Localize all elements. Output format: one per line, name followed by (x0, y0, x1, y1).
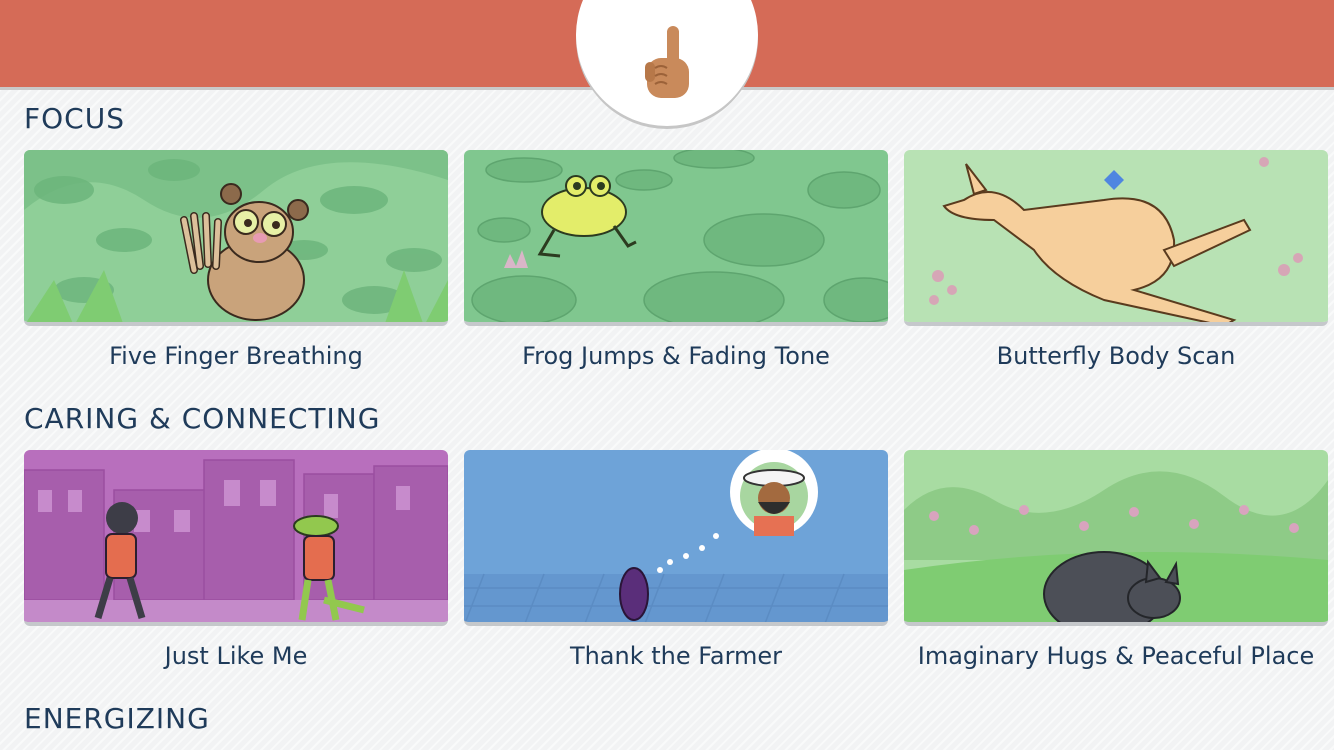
card-label: Just Like Me (164, 642, 308, 670)
horse-crocodile-illustration (24, 450, 448, 626)
card-label: Frog Jumps & Fading Tone (522, 342, 830, 370)
activity-card-thank-the-farmer[interactable]: Thank the Farmer (464, 450, 888, 670)
raisin-farmer-illustration (464, 450, 888, 626)
tarsier-illustration (24, 150, 448, 326)
activity-card-frog-jumps[interactable]: Frog Jumps & Fading Tone (464, 150, 888, 370)
card-label: Five Finger Breathing (109, 342, 363, 370)
frog-illustration (464, 150, 888, 326)
card-label: Butterfly Body Scan (996, 342, 1236, 370)
card-label: Thank the Farmer (569, 642, 783, 670)
section-title-focus: FOCUS (24, 102, 125, 135)
activity-card-imaginary-hugs[interactable]: Imaginary Hugs & Peaceful Place (904, 450, 1328, 670)
card-label: Imaginary Hugs & Peaceful Place (917, 642, 1315, 670)
section-title-caring-connecting: CARING & CONNECTING (24, 402, 381, 435)
kangaroo-illustration (904, 150, 1328, 326)
activity-card-five-finger-breathing[interactable]: Five Finger Breathing (24, 150, 448, 370)
sleeping-cat-illustration (904, 450, 1328, 626)
activity-card-just-like-me[interactable]: Just Like Me (24, 450, 448, 670)
home-button[interactable] (576, 0, 758, 126)
pointing-up-hand-icon (645, 26, 689, 98)
section-title-energizing: ENERGIZING (24, 702, 210, 735)
activity-card-butterfly-body-scan[interactable]: Butterfly Body Scan (904, 150, 1328, 370)
